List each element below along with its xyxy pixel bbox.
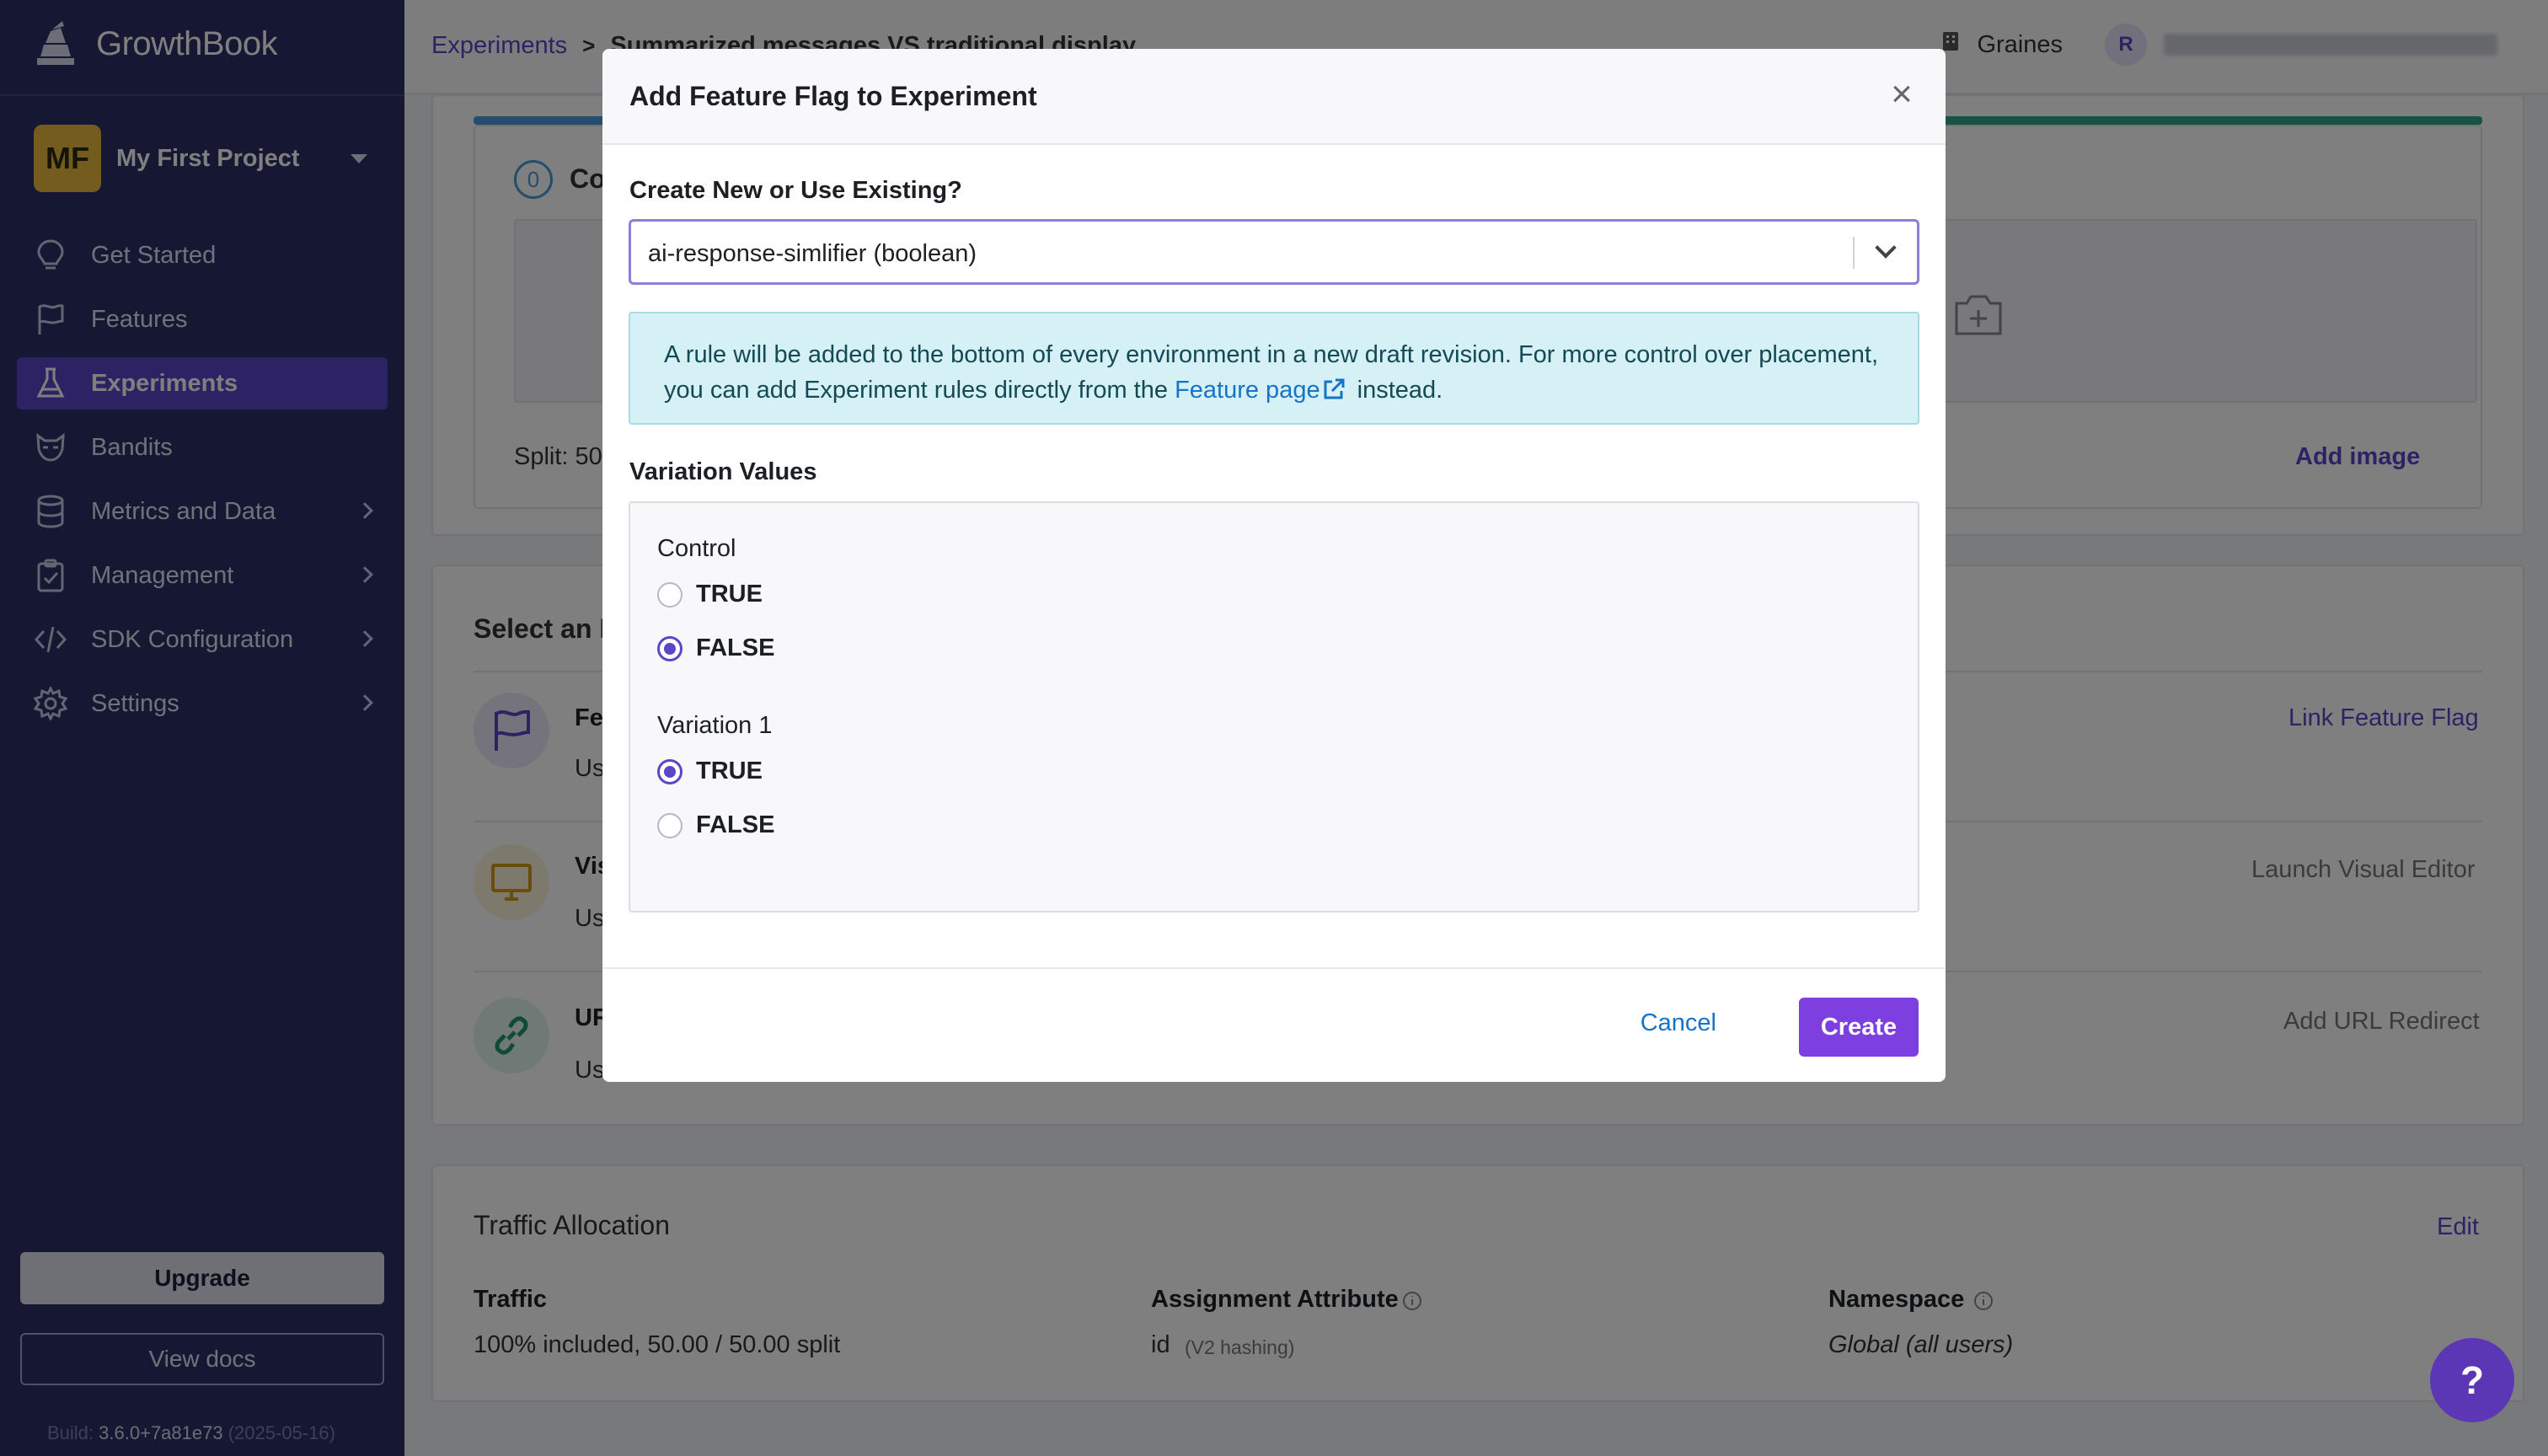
variation-1-false-radio[interactable] bbox=[657, 812, 682, 838]
variation-1-true-radio[interactable] bbox=[657, 758, 682, 784]
control-true-option[interactable]: TRUE bbox=[657, 581, 763, 608]
feature-page-link[interactable]: Feature page bbox=[1175, 377, 1351, 404]
radio-label: FALSE bbox=[696, 811, 775, 838]
variation-values-panel: Control TRUE FALSE Variation 1 TRUE FALS… bbox=[629, 501, 1919, 913]
cancel-button[interactable]: Cancel bbox=[1632, 1003, 1725, 1044]
variation-control-title: Control bbox=[657, 535, 736, 562]
variation-1-title: Variation 1 bbox=[657, 712, 773, 739]
variation-values-label: Variation Values bbox=[629, 458, 817, 485]
variation-1-true-option[interactable]: TRUE bbox=[657, 757, 763, 785]
feature-page-link-label: Feature page bbox=[1175, 377, 1320, 404]
radio-label: FALSE bbox=[696, 634, 775, 661]
control-false-option[interactable]: FALSE bbox=[657, 634, 774, 662]
external-link-icon bbox=[1324, 378, 1345, 399]
info-text-end: instead. bbox=[1350, 377, 1443, 404]
modal-title: Add Feature Flag to Experiment bbox=[629, 81, 1037, 111]
create-button[interactable]: Create bbox=[1799, 998, 1919, 1057]
variation-1-false-option[interactable]: FALSE bbox=[657, 811, 774, 839]
feature-select-value: ai-response-simlifier (boolean) bbox=[648, 240, 977, 267]
close-icon[interactable]: × bbox=[1878, 71, 1925, 118]
help-button[interactable]: ? bbox=[2430, 1338, 2514, 1422]
radio-label: TRUE bbox=[696, 757, 763, 784]
select-divider bbox=[1853, 237, 1855, 269]
feature-source-label: Create New or Use Existing? bbox=[629, 177, 962, 204]
modal-header: Add Feature Flag to Experiment × bbox=[602, 49, 1946, 145]
control-true-radio[interactable] bbox=[657, 581, 682, 608]
modal-footer: Cancel Create bbox=[602, 967, 1946, 1082]
feature-select[interactable]: ai-response-simlifier (boolean) bbox=[629, 219, 1919, 285]
info-alert: A rule will be added to the bottom of ev… bbox=[629, 312, 1919, 425]
control-false-radio[interactable] bbox=[657, 635, 682, 661]
chevron-down-icon[interactable] bbox=[1875, 237, 1897, 259]
radio-label: TRUE bbox=[696, 581, 763, 608]
add-feature-flag-modal: Add Feature Flag to Experiment × Create … bbox=[602, 49, 1946, 1082]
